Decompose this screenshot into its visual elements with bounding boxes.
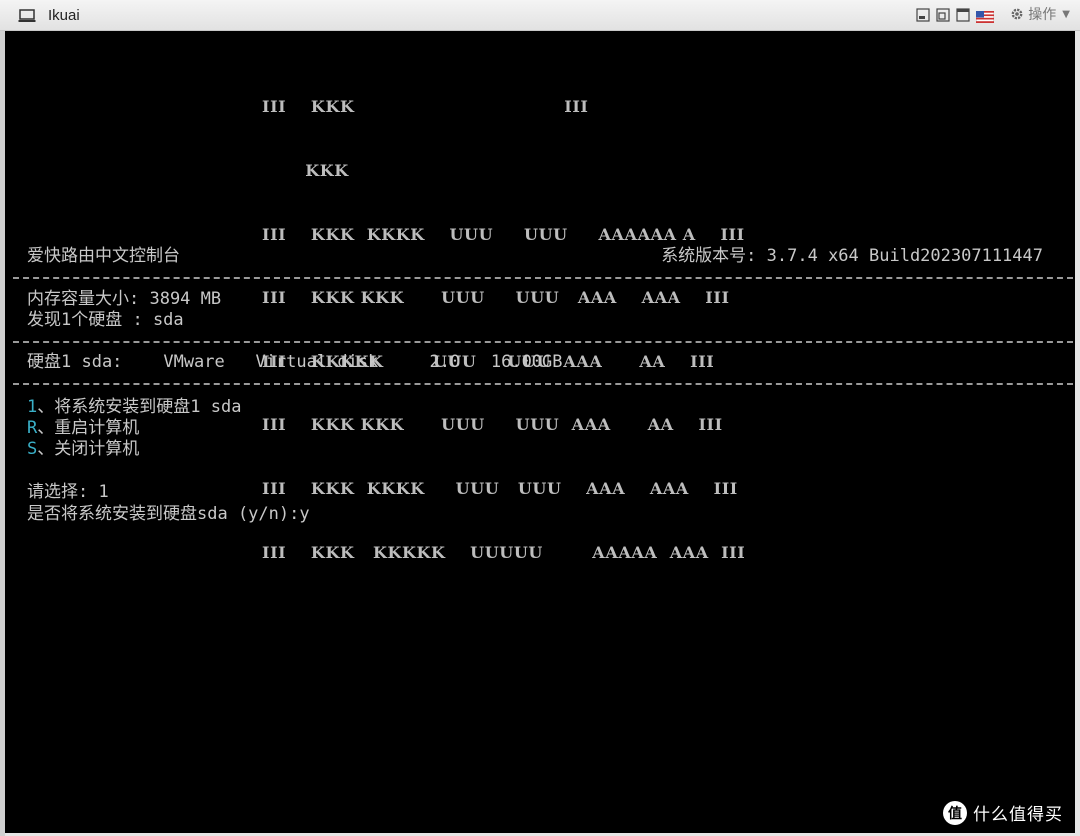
gear-icon xyxy=(1010,7,1024,21)
logo-line: III KKK KKK UUU UUU AAA AA III xyxy=(262,415,723,435)
console-screen[interactable]: III KKK III KKK III KKK KKKK UUU UUU AAA… xyxy=(5,31,1080,833)
menu-key: S xyxy=(27,439,38,459)
console-name: 爱快路由中文控制台 xyxy=(27,246,180,266)
system-version: 系统版本号: 3.7.4 x64 Build202307111447 xyxy=(661,246,1043,266)
monitor-icon xyxy=(18,8,36,22)
title-bar[interactable]: Ikuai 操作 ▼ xyxy=(0,0,1080,31)
menu-key: R xyxy=(27,418,38,438)
window-title: Ikuai xyxy=(48,6,80,24)
maximize-window-icon[interactable] xyxy=(956,7,970,22)
app-window: Ikuai 操作 ▼ III KKK III KKK III KKK KKKK … xyxy=(0,0,1080,836)
keyboard-layout-flag-icon[interactable] xyxy=(975,8,995,24)
watermark-text: 什么值得买 xyxy=(973,805,1063,825)
operations-menu[interactable]: 操作 ▼ xyxy=(1010,4,1070,24)
restore-window-icon[interactable] xyxy=(936,7,950,22)
divider xyxy=(13,383,1073,385)
menu-item-install[interactable]: 1、将系统安装到硬盘1 sda xyxy=(27,397,241,418)
menu-key: 1 xyxy=(27,397,38,417)
menu-label: 、关闭计算机 xyxy=(37,439,140,459)
divider xyxy=(13,341,1073,343)
logo-line: III KKK KKKK UUU UUU AAAAAA A III xyxy=(262,224,745,244)
watermark: 值 什么值得买 xyxy=(943,800,1063,825)
logo-line: KKK xyxy=(262,161,349,181)
menu-item-shutdown[interactable]: S、关闭计算机 xyxy=(27,439,139,460)
logo-line: III KKK KKKK UUU UUU AAA AAA III xyxy=(262,479,738,499)
prompt-choice[interactable]: 请选择: 1 xyxy=(27,482,109,503)
disk-info: 硬盘1 sda: VMware Virtual disk 2.0 16.00GB xyxy=(27,352,563,372)
menu-label: 、重启计算机 xyxy=(37,418,140,438)
menu-label: 、将系统安装到硬盘1 sda xyxy=(37,397,242,417)
logo-line: III KKK III xyxy=(262,97,589,117)
divider xyxy=(13,277,1073,279)
memory-size: 内存容量大小: 3894 MB xyxy=(27,289,222,309)
ikuai-ascii-logo: III KKK III KKK III KKK KKKK UUU UUU AAA… xyxy=(262,54,745,605)
disk-found: 发现1个硬盘 : sda xyxy=(27,310,184,330)
prompt-confirm[interactable]: 是否将系统安装到硬盘sda (y/n):y xyxy=(27,504,310,525)
operations-menu-label: 操作 xyxy=(1028,7,1057,23)
logo-line: III KKK KKKKK UUUUU AAAAA AAA III xyxy=(262,542,746,562)
title-controls: 操作 ▼ xyxy=(916,4,1070,24)
minimize-window-icon[interactable] xyxy=(916,7,930,22)
watermark-logo: 值 xyxy=(943,800,967,825)
menu-item-reboot[interactable]: R、重启计算机 xyxy=(27,418,139,439)
logo-line: III KKK KKK UUU UUU AAA AAA III xyxy=(262,288,730,308)
chevron-down-icon: ▼ xyxy=(1062,8,1070,20)
